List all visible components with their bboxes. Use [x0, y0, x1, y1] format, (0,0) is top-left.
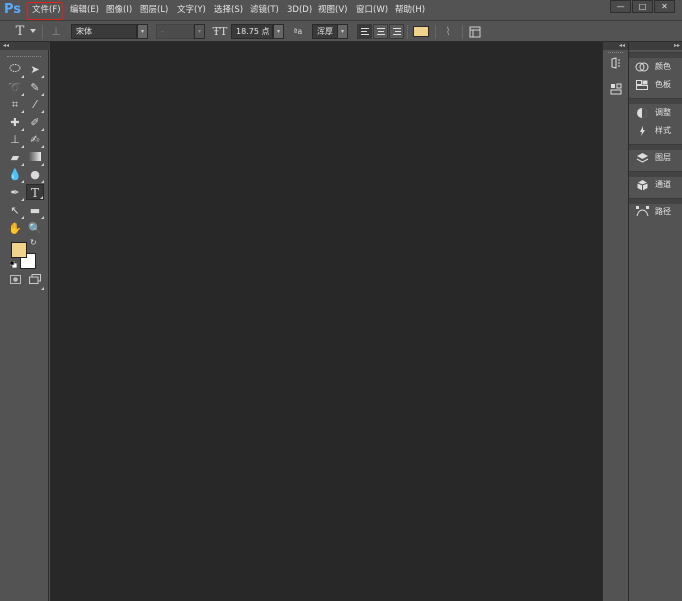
menu-image[interactable]: 图像(I) [106, 0, 132, 20]
path-select-icon[interactable]: ↖ [6, 203, 24, 219]
panel-dock: ▸▸ 颜色 色板 调整 样式 图层 通道 路径 [628, 42, 682, 601]
maximize-button[interactable]: □ [632, 0, 653, 13]
healing-brush-icon[interactable]: ✚ [6, 115, 24, 131]
menu-3d[interactable]: 3D(D) [287, 0, 312, 20]
gradient-icon[interactable] [26, 150, 44, 166]
panel-adjustments[interactable]: 调整 [631, 105, 681, 121]
font-size-icon: ŦT [212, 25, 228, 38]
document-canvas[interactable] [50, 42, 602, 601]
panel-paths[interactable]: 路径 [631, 204, 681, 220]
font-family-dropdown-icon[interactable]: ▾ [137, 24, 148, 39]
channels-icon [635, 177, 649, 193]
zoom-icon[interactable]: 🔍 [26, 221, 44, 237]
panel-color[interactable]: 颜色 [631, 59, 681, 75]
align-left-button[interactable] [357, 24, 372, 39]
font-style-dropdown-icon[interactable]: ▾ [194, 24, 205, 39]
history-brush-icon[interactable]: ✍ [26, 132, 44, 148]
antialias-icon: ªa [293, 27, 303, 36]
menu-highlight-box [27, 2, 63, 20]
tools-panel: ➤ ➰ ✎ ⌗ ⁄ ✚ ✐ ⊥ ✍ ▰ 💧 ● ✒ T ↖ ▬ ✋ 🔍 ↻ [1, 50, 49, 601]
close-button[interactable]: ✕ [654, 0, 675, 13]
paths-icon [635, 204, 649, 220]
panel-layers[interactable]: 图层 [631, 150, 681, 166]
text-orientation-icon[interactable]: ⊥ [48, 24, 64, 40]
options-bar: T ⊥ 宋体 ▾ - ▾ ŦT 18.75 点 ▾ ªa 浑厚 ▾ ⌇ [0, 20, 682, 42]
panel-label: 通道 [655, 180, 671, 189]
panel-label: 调整 [655, 108, 671, 117]
hand-icon[interactable]: ✋ [6, 221, 24, 237]
antialias-field[interactable]: 浑厚 [312, 24, 338, 39]
clone-stamp-icon[interactable]: ⊥ [6, 132, 24, 148]
panel-group-header[interactable] [629, 52, 682, 58]
font-size-dropdown-icon[interactable]: ▾ [273, 24, 284, 39]
character-panel-icon[interactable] [467, 24, 483, 40]
quick-select-icon[interactable]: ✎ [26, 80, 44, 96]
lasso-icon[interactable]: ➰ [6, 80, 24, 96]
separator [435, 25, 436, 39]
font-size-field[interactable]: 18.75 点 [231, 24, 273, 39]
tools-collapse-button[interactable]: ◂◂ [0, 42, 50, 50]
marquee-icon[interactable] [6, 62, 24, 78]
collapsed-panel-strip: ◂◂ [602, 42, 628, 601]
strip-grip[interactable] [608, 52, 623, 53]
swatches-icon [635, 77, 649, 93]
separator [42, 25, 43, 39]
panel-label: 样式 [655, 126, 671, 135]
blur-icon[interactable]: 💧 [6, 167, 24, 183]
pen-icon[interactable]: ✒ [6, 185, 24, 201]
antialias-dropdown-icon[interactable]: ▾ [337, 24, 348, 39]
panel-swatches[interactable]: 色板 [631, 77, 681, 93]
menu-filter[interactable]: 滤镜(T) [250, 0, 279, 20]
text-color-swatch[interactable] [413, 26, 429, 37]
tools-grip[interactable] [7, 56, 41, 58]
swap-colors-icon[interactable]: ↻ [30, 238, 37, 247]
history-panel-icon[interactable] [607, 57, 624, 73]
move-icon[interactable]: ➤ [26, 62, 44, 78]
rectangle-icon[interactable]: ▬ [26, 203, 44, 219]
default-colors-icon[interactable] [9, 260, 18, 269]
tool-preset-dropdown-icon[interactable] [30, 29, 36, 33]
crop-icon[interactable]: ⌗ [6, 97, 24, 113]
warp-text-icon[interactable]: ⌇ [440, 24, 456, 40]
menu-edit[interactable]: 编辑(E) [70, 0, 99, 20]
menu-type[interactable]: 文字(Y) [177, 0, 206, 20]
panel-label: 色板 [655, 80, 671, 89]
dodge-icon[interactable]: ● [26, 167, 44, 183]
menu-view[interactable]: 视图(V) [318, 0, 347, 20]
menu-help[interactable]: 帮助(H) [395, 0, 425, 20]
tool-preset-type-icon[interactable]: T [12, 24, 28, 40]
menu-select[interactable]: 选择(S) [214, 0, 243, 20]
eraser-icon[interactable]: ▰ [6, 150, 24, 166]
font-style-field[interactable]: - [156, 24, 194, 39]
screen-mode-icon[interactable] [26, 274, 44, 290]
panel-channels[interactable]: 通道 [631, 177, 681, 193]
panel-label: 图层 [655, 153, 671, 162]
brush-icon[interactable]: ✐ [26, 115, 44, 131]
photoshop-logo: Ps [4, 2, 22, 17]
quick-mask-icon[interactable] [6, 274, 24, 290]
adjustments-icon [635, 105, 649, 121]
type-icon[interactable]: T [26, 184, 44, 200]
layers-icon [635, 150, 649, 166]
panel-label: 路径 [655, 207, 671, 216]
properties-panel-icon[interactable] [607, 83, 624, 99]
foreground-color-swatch[interactable] [11, 242, 27, 258]
align-center-button[interactable] [373, 24, 388, 39]
minimize-button[interactable]: — [610, 0, 631, 13]
dock-collapse-button[interactable]: ▸▸ [629, 42, 682, 50]
font-family-field[interactable]: 宋体 [71, 24, 137, 39]
panel-group-header[interactable] [629, 98, 682, 104]
color-wheel-icon [635, 59, 649, 75]
strip-collapse-button[interactable]: ◂◂ [603, 42, 628, 50]
separator [407, 25, 408, 39]
panel-styles[interactable]: 样式 [631, 123, 681, 139]
eyedropper-icon[interactable]: ⁄ [26, 97, 44, 113]
align-right-button[interactable] [389, 24, 404, 39]
styles-icon [635, 123, 649, 139]
panel-label: 颜色 [655, 62, 671, 71]
menu-window[interactable]: 窗口(W) [356, 0, 388, 20]
menu-bar: Ps 文件(F) 编辑(E) 图像(I) 图层(L) 文字(Y) 选择(S) 滤… [0, 0, 682, 20]
separator [462, 25, 463, 39]
menu-layer[interactable]: 图层(L) [140, 0, 168, 20]
